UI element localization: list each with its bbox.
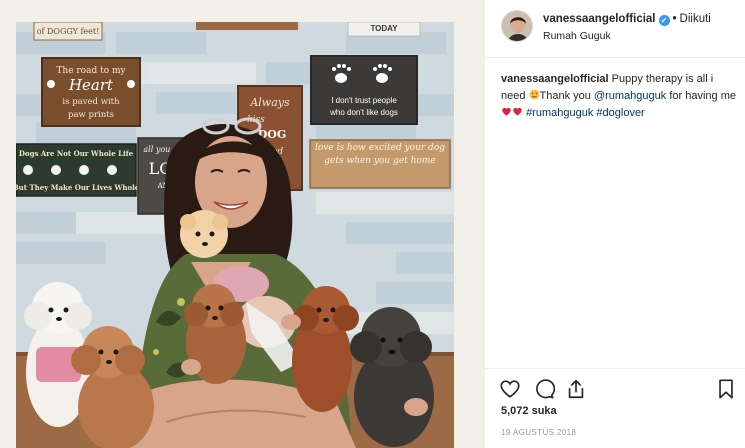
location-link[interactable]: Rumah Guguk bbox=[543, 30, 611, 42]
caption-username[interactable]: vanessaangelofficial bbox=[501, 73, 609, 85]
caption-text-3: for having me bbox=[666, 90, 736, 102]
heart-eyes-emoji-icon bbox=[528, 89, 540, 100]
sign-road-line1: The road to my bbox=[56, 66, 126, 76]
caption-text-2: Thank you bbox=[539, 90, 594, 102]
photo-frame: of DOGGY feet! TODAY The road to my Hear… bbox=[0, 0, 484, 448]
like-count[interactable]: 5,072 suka bbox=[501, 405, 557, 417]
sign-road-line3: is paved with bbox=[62, 97, 120, 107]
sign-always-line1: Always bbox=[249, 96, 290, 109]
sign-road-line2: Heart bbox=[68, 76, 114, 94]
post-photo[interactable]: of DOGGY feet! TODAY The road to my Hear… bbox=[16, 22, 454, 448]
sign-whole-line1: Dogs Are Not Our Whole Life bbox=[19, 149, 134, 158]
bookmark-icon[interactable] bbox=[715, 378, 737, 400]
post-author: vanessaangelofficial ✓ • Diikuti bbox=[543, 13, 711, 26]
hashtag-rumahguguk-link[interactable]: #rumahguguk bbox=[526, 107, 593, 119]
post-header: vanessaangelofficial ✓ • Diikuti Rumah Gugu… bbox=[485, 0, 745, 58]
avatar[interactable] bbox=[501, 10, 533, 42]
username-link[interactable]: vanessaangelofficial bbox=[543, 13, 656, 25]
red-heart-emoji-icon bbox=[502, 107, 511, 116]
post-viewer: of DOGGY feet! TODAY The road to my Hear… bbox=[0, 0, 745, 448]
caption-mention-link[interactable]: @rumahguguk bbox=[594, 90, 666, 102]
post-caption: vanessaangelofficial Puppy therapy is al… bbox=[501, 71, 739, 122]
heart-icon[interactable] bbox=[499, 378, 521, 400]
sign-today-text: TODAY bbox=[370, 24, 398, 33]
red-heart-emoji-icon-2 bbox=[513, 107, 522, 116]
sign-trust-line1: I don't trust people bbox=[331, 96, 397, 105]
share-icon[interactable] bbox=[565, 378, 587, 400]
sign-trust-line2: who don't like dogs bbox=[329, 108, 398, 117]
sign-road-line4: paw prints bbox=[68, 110, 114, 120]
post-actions bbox=[485, 368, 745, 408]
hashtag-doglover-link[interactable]: #doglover bbox=[596, 107, 644, 119]
sign-whole-line2: But They Make Our Lives Whole bbox=[16, 183, 140, 192]
separator-dot: • bbox=[672, 13, 677, 25]
comment-icon[interactable] bbox=[533, 378, 556, 400]
sign-love-text: love is how excited your dog gets when y… bbox=[315, 143, 445, 166]
verified-badge-icon: ✓ bbox=[658, 15, 670, 26]
post-side-panel: vanessaangelofficial ✓ • Diikuti Rumah Gugu… bbox=[484, 0, 745, 448]
sign-doggy-text: of DOGGY feet! bbox=[37, 27, 100, 36]
follow-status-button[interactable]: Diikuti bbox=[680, 13, 711, 25]
post-date[interactable]: 19 AGUSTUS 2018 bbox=[501, 428, 576, 437]
